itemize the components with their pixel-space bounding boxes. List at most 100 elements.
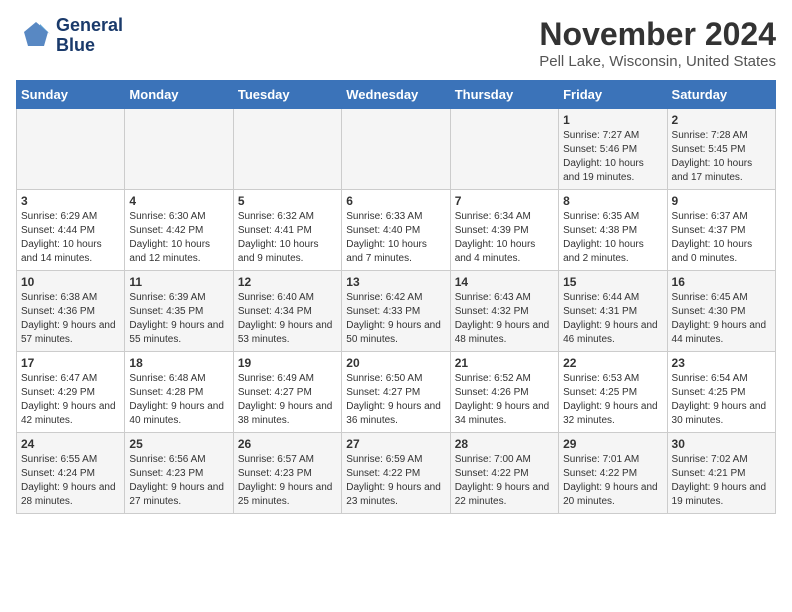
calendar-cell: 13 Sunrise: 6:42 AMSunset: 4:33 PMDayligh… [342,271,450,352]
calendar-cell [17,109,125,190]
day-number: 4 [129,194,228,208]
calendar-cell: 11 Sunrise: 6:39 AMSunset: 4:35 PMDayligh… [125,271,233,352]
day-number: 5 [238,194,337,208]
calendar-week-row: 1 Sunrise: 7:27 AMSunset: 5:46 PMDaylight… [17,109,776,190]
logo-text: General Blue [56,16,123,56]
day-number: 13 [346,275,445,289]
header-day-tuesday: Tuesday [233,81,341,109]
calendar-cell: 17 Sunrise: 6:47 AMSunset: 4:29 PMDayligh… [17,352,125,433]
calendar-cell: 26 Sunrise: 6:57 AMSunset: 4:23 PMDayligh… [233,433,341,514]
day-info: Sunrise: 6:47 AMSunset: 4:29 PMDaylight:… [21,372,120,428]
calendar-cell: 7Sunrise: 6:34 AMSunset: 4:39 PMDaylight… [450,190,558,271]
main-title: November 2024 [539,16,776,53]
day-number: 7 [455,194,554,208]
calendar-cell: 3 Sunrise: 6:29 AMSunset: 4:44 PMDaylight… [17,190,125,271]
calendar-cell: 19 Sunrise: 6:49 AMSunset: 4:27 PMDayligh… [233,352,341,433]
day-number: 18 [129,356,228,370]
day-number: 26 [238,437,337,451]
calendar-cell [125,109,233,190]
calendar-cell: 6 Sunrise: 6:33 AMSunset: 4:40 PMDaylight… [342,190,450,271]
calendar-week-row: 3 Sunrise: 6:29 AMSunset: 4:44 PMDaylight… [17,190,776,271]
day-info: Sunrise: 6:44 AMSunset: 4:31 PMDaylight:… [563,291,662,347]
calendar-table: SundayMondayTuesdayWednesdayThursdayFrid… [16,80,776,514]
calendar-header-row: SundayMondayTuesdayWednesdayThursdayFrid… [17,81,776,109]
day-info: Sunrise: 6:42 AMSunset: 4:33 PMDaylight:… [346,291,445,347]
calendar-week-row: 24Sunrise: 6:55 AMSunset: 4:24 PMDayligh… [17,433,776,514]
calendar-week-row: 10 Sunrise: 6:38 AMSunset: 4:36 PMDayligh… [17,271,776,352]
subtitle: Pell Lake, Wisconsin, United States [539,53,776,70]
day-info: Sunrise: 6:50 AMSunset: 4:27 PMDaylight:… [346,372,445,428]
calendar-cell: 29Sunrise: 7:01 AMSunset: 4:22 PMDayligh… [559,433,667,514]
calendar-cell: 25Sunrise: 6:56 AMSunset: 4:23 PMDayligh… [125,433,233,514]
day-info: Sunrise: 6:52 AMSunset: 4:26 PMDaylight:… [455,372,554,428]
day-info: Sunrise: 7:27 AMSunset: 5:46 PMDaylight:… [563,129,662,185]
calendar-cell: 21Sunrise: 6:52 AMSunset: 4:26 PMDayligh… [450,352,558,433]
logo-icon [16,18,52,54]
day-info: Sunrise: 6:39 AMSunset: 4:35 PMDaylight:… [129,291,228,347]
day-number: 22 [563,356,662,370]
day-info: Sunrise: 6:59 AMSunset: 4:22 PMDaylight:… [346,453,445,509]
calendar-cell: 10 Sunrise: 6:38 AMSunset: 4:36 PMDayligh… [17,271,125,352]
day-number: 20 [346,356,445,370]
day-info: Sunrise: 7:01 AMSunset: 4:22 PMDaylight:… [563,453,662,509]
day-info: Sunrise: 6:53 AMSunset: 4:25 PMDaylight:… [563,372,662,428]
calendar-cell: 18 Sunrise: 6:48 AMSunset: 4:28 PMDayligh… [125,352,233,433]
day-info: Sunrise: 6:38 AMSunset: 4:36 PMDaylight:… [21,291,120,347]
day-number: 23 [672,356,771,370]
calendar-cell: 27 Sunrise: 6:59 AMSunset: 4:22 PMDayligh… [342,433,450,514]
day-number: 24 [21,437,120,451]
calendar-cell: 28 Sunrise: 7:00 AMSunset: 4:22 PMDayligh… [450,433,558,514]
calendar-cell: 4 Sunrise: 6:30 AMSunset: 4:42 PMDaylight… [125,190,233,271]
day-info: Sunrise: 6:49 AMSunset: 4:27 PMDaylight:… [238,372,337,428]
day-info: Sunrise: 6:56 AMSunset: 4:23 PMDaylight:… [129,453,228,509]
day-info: Sunrise: 6:32 AMSunset: 4:41 PMDaylight:… [238,210,337,266]
calendar-cell: 23 Sunrise: 6:54 AMSunset: 4:25 PMDayligh… [667,352,775,433]
day-number: 3 [21,194,120,208]
day-number: 8 [563,194,662,208]
day-number: 27 [346,437,445,451]
calendar-cell: 9Sunrise: 6:37 AMSunset: 4:37 PMDaylight… [667,190,775,271]
day-info: Sunrise: 7:02 AMSunset: 4:21 PMDaylight:… [672,453,771,509]
day-number: 28 [455,437,554,451]
title-area: November 2024 Pell Lake, Wisconsin, Unit… [539,16,776,70]
day-info: Sunrise: 6:30 AMSunset: 4:42 PMDaylight:… [129,210,228,266]
day-info: Sunrise: 6:48 AMSunset: 4:28 PMDaylight:… [129,372,228,428]
calendar-cell [233,109,341,190]
day-info: Sunrise: 6:29 AMSunset: 4:44 PMDaylight:… [21,210,120,266]
day-info: Sunrise: 7:00 AMSunset: 4:22 PMDaylight:… [455,453,554,509]
calendar-cell: 2Sunrise: 7:28 AMSunset: 5:45 PMDaylight… [667,109,775,190]
calendar-cell: 24Sunrise: 6:55 AMSunset: 4:24 PMDayligh… [17,433,125,514]
calendar-cell: 8Sunrise: 6:35 AMSunset: 4:38 PMDaylight… [559,190,667,271]
day-number: 15 [563,275,662,289]
calendar-cell [342,109,450,190]
day-info: Sunrise: 6:33 AMSunset: 4:40 PMDaylight:… [346,210,445,266]
day-number: 12 [238,275,337,289]
calendar-cell: 5 Sunrise: 6:32 AMSunset: 4:41 PMDaylight… [233,190,341,271]
header-day-thursday: Thursday [450,81,558,109]
header-day-monday: Monday [125,81,233,109]
header: General Blue November 2024 Pell Lake, Wi… [16,16,776,70]
calendar-cell: 15 Sunrise: 6:44 AMSunset: 4:31 PMDayligh… [559,271,667,352]
calendar-cell: 30 Sunrise: 7:02 AMSunset: 4:21 PMDayligh… [667,433,775,514]
day-number: 14 [455,275,554,289]
day-number: 11 [129,275,228,289]
day-number: 19 [238,356,337,370]
header-day-friday: Friday [559,81,667,109]
day-number: 17 [21,356,120,370]
day-info: Sunrise: 6:37 AMSunset: 4:37 PMDaylight:… [672,210,771,266]
calendar-cell: 16Sunrise: 6:45 AMSunset: 4:30 PMDayligh… [667,271,775,352]
calendar-week-row: 17 Sunrise: 6:47 AMSunset: 4:29 PMDayligh… [17,352,776,433]
day-info: Sunrise: 6:54 AMSunset: 4:25 PMDaylight:… [672,372,771,428]
day-info: Sunrise: 6:57 AMSunset: 4:23 PMDaylight:… [238,453,337,509]
calendar-cell: 22 Sunrise: 6:53 AMSunset: 4:25 PMDayligh… [559,352,667,433]
day-number: 16 [672,275,771,289]
day-info: Sunrise: 6:43 AMSunset: 4:32 PMDaylight:… [455,291,554,347]
day-info: Sunrise: 6:40 AMSunset: 4:34 PMDaylight:… [238,291,337,347]
day-number: 1 [563,113,662,127]
day-number: 10 [21,275,120,289]
calendar-cell [450,109,558,190]
header-day-wednesday: Wednesday [342,81,450,109]
day-number: 30 [672,437,771,451]
day-info: Sunrise: 7:28 AMSunset: 5:45 PMDaylight:… [672,129,771,185]
day-number: 6 [346,194,445,208]
